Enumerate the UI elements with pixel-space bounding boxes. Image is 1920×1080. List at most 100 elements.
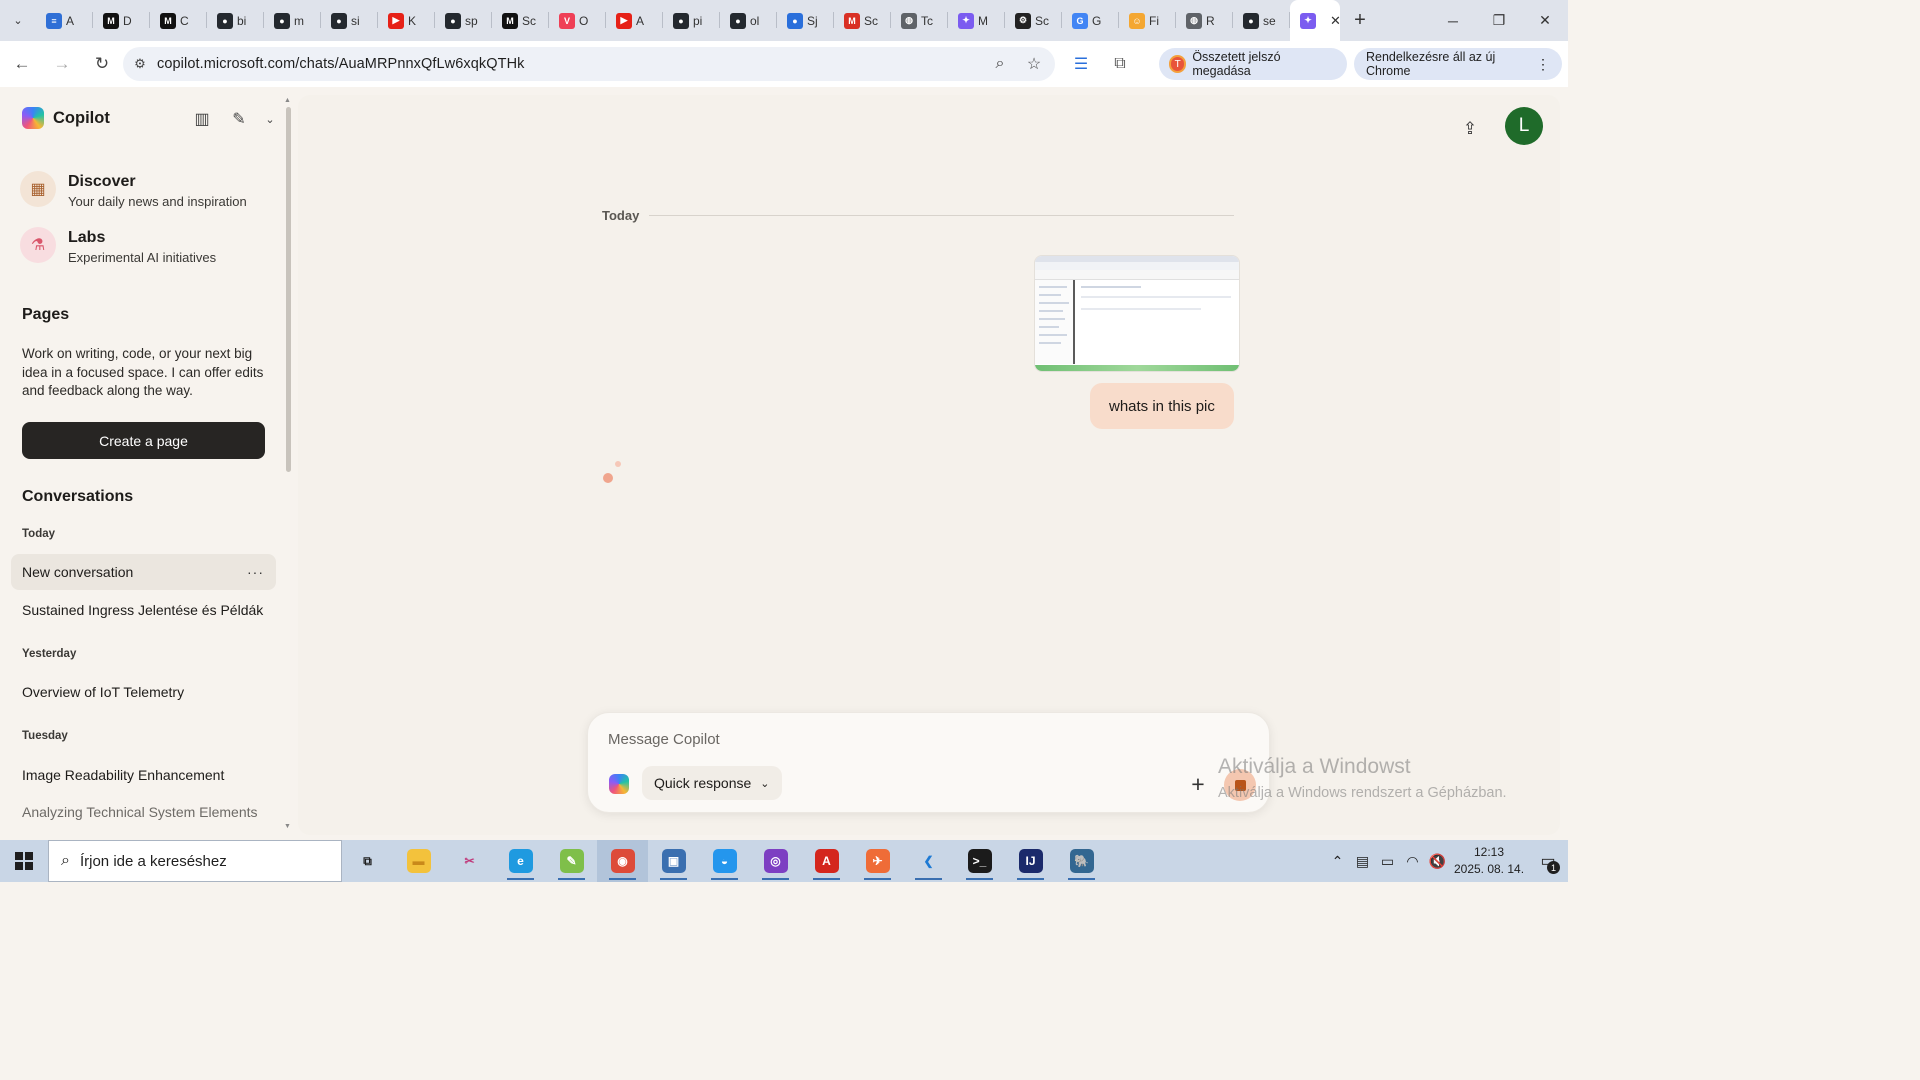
taskbar-app[interactable]: 🐘 [1056, 840, 1107, 882]
browser-tab[interactable]: ☺ Fi [1119, 0, 1176, 41]
taskbar-app[interactable]: >_ [954, 840, 1005, 882]
url-text[interactable]: copilot.microsoft.com/chats/AuaMRPnnxQfL… [157, 56, 525, 72]
update-chip-label: Rendelkezésre áll az új Chrome [1366, 50, 1496, 78]
conversation-item[interactable]: Sustained Ingress Jelentése és Példák [11, 592, 276, 628]
browser-tab[interactable]: ● Sj [777, 0, 834, 41]
taskbar-app[interactable]: ◎ [750, 840, 801, 882]
taskbar-app[interactable]: ✎ [546, 840, 597, 882]
site-info-icon[interactable]: ⚙ [123, 56, 157, 72]
copilot-logo-icon [609, 774, 629, 794]
toggle-sidebar-icon[interactable]: ▥ [190, 107, 214, 131]
taskbar-app[interactable]: ▣ [648, 840, 699, 882]
taskbar-search-box[interactable]: ⌕ Írjon ide a kereséshez [48, 840, 342, 882]
browser-tab[interactable]: ● si [321, 0, 378, 41]
chrome-update-chip[interactable]: Rendelkezésre áll az új Chrome ⋮ [1354, 48, 1562, 80]
browser-tab[interactable]: ● se [1233, 0, 1290, 41]
browser-tab[interactable]: ▶ A [606, 0, 663, 41]
github-icon: ● [217, 12, 233, 29]
taskbar-app[interactable]: ✂ [444, 840, 495, 882]
browser-tab[interactable]: GG [1062, 0, 1119, 41]
browser-tab[interactable]: VO [549, 0, 606, 41]
browser-tab[interactable]: ● pi [663, 0, 720, 41]
tab-active[interactable]: ✦ M ✕ [1290, 0, 1341, 41]
extensions-puzzle-icon[interactable]: ⧉ [1103, 47, 1137, 81]
save-icon: ▣ [661, 849, 686, 873]
browser-tab[interactable]: ● sp [435, 0, 492, 41]
avatar[interactable]: L [1505, 107, 1543, 145]
browser-tab[interactable]: MC [150, 0, 207, 41]
share-icon[interactable]: ⇪ [1456, 115, 1484, 143]
browser-tab[interactable]: ⚙ Sc [1005, 0, 1062, 41]
browser-tab[interactable]: M Sc [834, 0, 891, 41]
discover-item[interactable]: ▦ Discover Your daily news and inspirati… [20, 171, 247, 209]
address-bar[interactable]: ⚙ copilot.microsoft.com/chats/AuaMRPnnxQ… [123, 47, 1055, 81]
password-suggestion-chip[interactable]: T Összetett jelszó megadása [1159, 48, 1347, 80]
create-page-button[interactable]: Create a page [22, 422, 265, 459]
new-tab-button[interactable]: + [1340, 0, 1380, 41]
browser-tab-strip: ⌄ ≡ A M D M C ● bi ● m ● si ▶ K ● sp M Sc V O ▶ A ● pi ● ol ● Sj M Sc… [0, 0, 1568, 41]
notification-center-icon[interactable]: ▭ 1 [1528, 840, 1568, 882]
taskbar-app[interactable]: A [801, 840, 852, 882]
browser-tab[interactable]: ✦ M [948, 0, 1005, 41]
browser-tab[interactable]: M Sc [492, 0, 549, 41]
response-mode-select[interactable]: Quick response ⌄ [642, 766, 782, 800]
browser-tab[interactable]: ≡ A [36, 0, 93, 41]
more-menu-icon[interactable]: ⋮ [1536, 56, 1550, 73]
browser-tab[interactable]: ● m [264, 0, 321, 41]
network-drive-icon[interactable]: ▤ [1350, 853, 1375, 870]
browser-tab[interactable]: ◍ R [1176, 0, 1233, 41]
minimize-button[interactable]: ─ [1430, 0, 1476, 41]
azure-devops-icon: ≡ [46, 12, 62, 29]
conversation-item[interactable]: Analyzing Technical System Elements [11, 794, 276, 830]
attached-image-thumbnail[interactable] [1034, 255, 1240, 372]
battery-icon[interactable]: ▭ [1375, 853, 1400, 870]
thumb-line [1081, 308, 1201, 310]
chevron-up-icon[interactable]: ⌃ [1325, 853, 1350, 870]
extension-stack-icon[interactable]: ☰ [1064, 47, 1098, 81]
bookmark-star-icon[interactable]: ☆ [1023, 54, 1045, 74]
sidebar-scrollbar[interactable] [286, 107, 291, 472]
tab-search-button[interactable]: ⌄ [0, 0, 36, 41]
taskbar-app[interactable]: ❮ [903, 840, 954, 882]
labs-item[interactable]: ⚗ Labs Experimental AI initiatives [20, 227, 216, 265]
reload-button[interactable]: ↻ [84, 46, 120, 82]
forward-button[interactable]: → [44, 46, 80, 82]
browser-tab[interactable]: ▶ K [378, 0, 435, 41]
taskbar-app[interactable]: ⧉ [342, 840, 393, 882]
thumb-line [1039, 310, 1063, 312]
browser-tab[interactable]: ● bi [207, 0, 264, 41]
back-button[interactable]: ← [4, 46, 40, 82]
browser-tab[interactable]: ◍ Tc [891, 0, 948, 41]
chevron-down-icon[interactable]: ⌄ [258, 107, 282, 131]
scroll-up-arrow-icon[interactable]: ▲ [284, 97, 291, 104]
browser-tab[interactable]: MD [93, 0, 150, 41]
conversation-item[interactable]: Overview of IoT Telemetry [11, 674, 276, 710]
restore-button[interactable]: ❐ [1476, 0, 1522, 41]
more-options-icon[interactable]: ··· [247, 564, 264, 580]
windows-logo-icon [15, 852, 33, 870]
taskbar-app[interactable]: e [495, 840, 546, 882]
thumb-line [1039, 318, 1065, 320]
conversation-item-selected[interactable]: New conversation ··· [11, 554, 276, 590]
scroll-down-arrow-icon[interactable]: ▼ [284, 823, 291, 830]
volume-muted-icon[interactable]: 🔇 [1425, 853, 1450, 870]
clock[interactable]: 12:13 2025. 08. 14. [1450, 844, 1528, 878]
browser-tab[interactable]: ● ol [720, 0, 777, 41]
thumb-addressbar [1035, 262, 1239, 270]
wifi-icon[interactable]: ◠ [1400, 853, 1425, 870]
conversation-item[interactable]: Image Readability Enhancement [11, 757, 276, 793]
attach-plus-button[interactable]: + [1184, 770, 1212, 798]
taskbar-app[interactable]: ◉ [597, 840, 648, 882]
start-button[interactable] [0, 840, 48, 882]
zoom-icon[interactable]: ⌕ [989, 55, 1011, 73]
taskbar-app[interactable]: ◒ [699, 840, 750, 882]
close-tab-icon[interactable]: ✕ [1330, 13, 1341, 29]
close-window-button[interactable]: ✕ [1522, 0, 1568, 41]
taskbar-app[interactable]: ✈ [852, 840, 903, 882]
taskbar-app[interactable]: IJ [1005, 840, 1056, 882]
app-logo[interactable]: Copilot [22, 107, 110, 129]
chrome-icon: ◉ [610, 849, 635, 873]
taskbar-app[interactable]: ▬ [393, 840, 444, 882]
message-input[interactable] [608, 727, 1168, 751]
new-chat-icon[interactable]: ✎ [227, 107, 251, 131]
